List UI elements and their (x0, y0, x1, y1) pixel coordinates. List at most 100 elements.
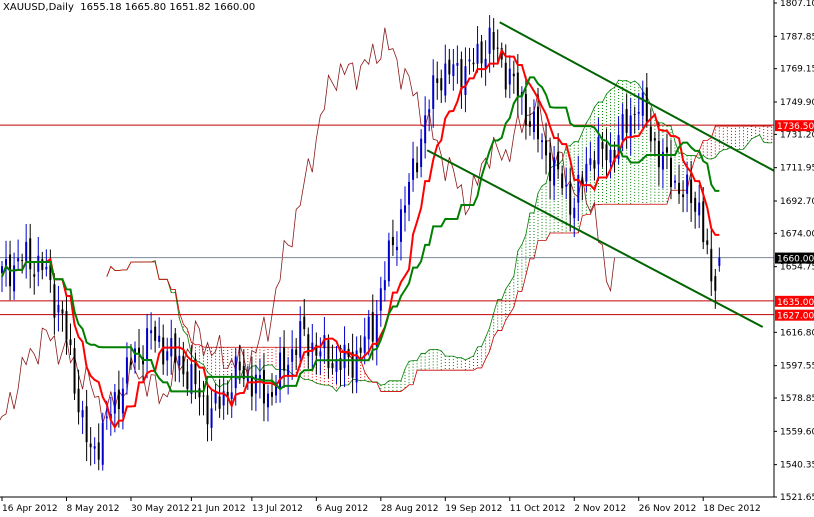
candle-body (117, 389, 120, 409)
price-tick-label: 1674.00 (780, 229, 814, 239)
candle-body (557, 152, 560, 170)
candle-body (291, 349, 294, 362)
candle-body (714, 276, 717, 291)
candle-body (331, 363, 334, 369)
candle-body (182, 355, 185, 375)
price-tick-label: 1521.65 (780, 493, 814, 503)
candle-body (412, 158, 415, 180)
candle-body (565, 184, 568, 187)
candle-body (271, 392, 274, 397)
candle-body (504, 62, 507, 90)
candle-body (202, 395, 205, 397)
candle-body (492, 31, 495, 50)
candle-body (275, 385, 278, 396)
candle-body (363, 336, 366, 353)
candle-body (682, 194, 685, 198)
candle-body (665, 147, 668, 153)
symbol: XAUUSD (3, 2, 46, 13)
candle-body (569, 183, 572, 215)
candle-body (133, 348, 136, 363)
candle-body (33, 274, 36, 277)
senkou-span-b-line (106, 125, 772, 392)
price-tick-label: 1559.60 (780, 427, 814, 437)
candle-body (327, 340, 330, 369)
candle-body (444, 63, 447, 96)
time-tick-label: 21 Jun 2012 (191, 504, 245, 514)
time-tick-label: 16 Apr 2012 (2, 504, 58, 514)
candle-body (238, 361, 241, 371)
candle-body (686, 174, 689, 194)
candle-body (702, 201, 705, 243)
candle-body (283, 347, 286, 371)
candle-body (573, 207, 576, 219)
candle-body (508, 68, 511, 85)
candle-body (125, 357, 128, 384)
candle-body (436, 78, 439, 83)
candle-body (480, 41, 483, 64)
candle-body (553, 157, 556, 186)
candle-body (17, 258, 20, 262)
candle-body (262, 369, 265, 404)
candle-body (230, 392, 233, 399)
candle-body (81, 410, 84, 418)
candle-body (589, 158, 592, 165)
candle-body (512, 73, 515, 77)
candle-body (633, 113, 636, 115)
candle-body (37, 255, 40, 272)
candle-body (89, 443, 92, 448)
candle-body (218, 396, 221, 409)
candle-body (408, 181, 411, 205)
time-tick-label: 26 Nov 2012 (639, 504, 697, 514)
candle-body (545, 140, 548, 156)
candle-body (476, 43, 479, 64)
candle-body (367, 316, 370, 340)
candle-body (150, 330, 153, 334)
candle-body (166, 351, 169, 361)
candle-body (605, 144, 608, 161)
candle-body (61, 309, 64, 314)
time-tick-label: 13 Jul 2012 (252, 504, 303, 514)
candle-body (343, 344, 346, 369)
candle-body (549, 152, 552, 181)
candle-body (214, 391, 217, 404)
chart-title: XAUUSD,Daily 1655.18 1665.80 1651.82 166… (3, 2, 256, 13)
price-tick-label: 1807.10 (780, 0, 814, 9)
candle-body (698, 202, 701, 216)
price-tick-label: 1540.35 (780, 461, 814, 471)
candle-body (129, 361, 132, 365)
price-tick-label: 1578.85 (780, 394, 814, 404)
candle-body (460, 59, 463, 90)
candle-body (21, 259, 24, 261)
candle-body (299, 321, 302, 358)
candle-body (395, 246, 398, 251)
candle-body (73, 348, 76, 394)
candle-body (468, 59, 471, 62)
candle-body (65, 311, 68, 340)
candle-body (29, 238, 32, 270)
candle-body (186, 371, 189, 390)
candle-body (448, 59, 451, 75)
candle-body (53, 284, 56, 318)
timeframe: Daily (48, 2, 74, 13)
candle-body (528, 121, 531, 127)
candle-body (524, 93, 527, 126)
candle-body (516, 72, 519, 96)
candle-body (303, 316, 306, 330)
candle-body (464, 66, 467, 95)
price-tick-label: 1769.15 (780, 65, 814, 75)
candle-body (154, 326, 157, 341)
chart-window[interactable]: XAUUSD,Daily 1655.18 1665.80 1651.82 166… (0, 0, 814, 517)
candle-body (198, 388, 201, 398)
candle-body (85, 406, 88, 443)
time-tick-label: 2 Nov 2012 (574, 504, 626, 514)
close-value: 1660.00 (213, 2, 256, 13)
candle-body (121, 388, 124, 414)
price-level-label: 1627.00 (777, 312, 814, 322)
candle-body (472, 62, 475, 65)
candle-body (146, 328, 149, 360)
candle-body (399, 209, 402, 242)
candle-body (674, 180, 677, 183)
price-chart[interactable]: 1807.101787.851769.151749.901731.201711.… (0, 0, 814, 517)
price-level-label: 1736.50 (777, 122, 814, 132)
time-tick-label: 18 Dec 2012 (703, 504, 761, 514)
